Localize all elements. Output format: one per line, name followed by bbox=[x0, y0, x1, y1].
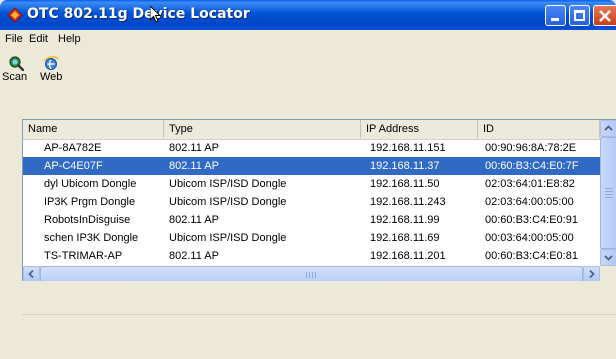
title-bar[interactable]: OTC 802.11g Device Locator bbox=[0, 0, 616, 30]
scroll-corner bbox=[600, 266, 616, 281]
scan-label: Scan bbox=[2, 71, 28, 83]
cell-type: 802.11 AP bbox=[169, 142, 219, 154]
web-label: Web bbox=[40, 71, 63, 83]
cell-type: Ubicom ISP/ISD Dongle bbox=[169, 178, 287, 190]
app-window: OTC 802.11g Device Locator File Edit Hel… bbox=[0, 0, 616, 359]
cell-id: 00:60:B3:C4:E0:91 bbox=[485, 214, 578, 226]
chevron-down-icon bbox=[604, 255, 613, 261]
menu-edit[interactable]: Edit bbox=[29, 33, 48, 45]
menu-bar: File Edit Help bbox=[0, 30, 616, 49]
cell-name: schen IP3K Dongle bbox=[44, 232, 139, 244]
column-header-type[interactable]: Type bbox=[164, 120, 361, 138]
scroll-left-button[interactable] bbox=[23, 266, 40, 281]
menu-file[interactable]: File bbox=[5, 33, 23, 45]
chevron-left-icon bbox=[28, 269, 34, 279]
cell-ip: 192.168.11.37 bbox=[370, 160, 440, 172]
cell-ip: 192.168.11.99 bbox=[370, 214, 440, 226]
table-row[interactable]: AP-8A782E 802.11 AP 192.168.11.151 00:90… bbox=[23, 139, 600, 157]
maximize-button[interactable] bbox=[569, 5, 590, 26]
web-button[interactable]: Web bbox=[37, 53, 65, 109]
cell-ip: 192.168.11.151 bbox=[370, 142, 446, 154]
table-row[interactable]: schen IP3K Dongle Ubicom ISP/ISD Dongle … bbox=[23, 229, 600, 247]
cell-type: 802.11 AP bbox=[169, 214, 219, 226]
scroll-up-button[interactable] bbox=[600, 120, 616, 137]
cell-ip: 192.168.11.201 bbox=[370, 250, 446, 262]
divider bbox=[22, 314, 616, 315]
table-row[interactable]: dyl Ubicom Dongle Ubicom ISP/ISD Dongle … bbox=[23, 175, 600, 193]
menu-help[interactable]: Help bbox=[58, 33, 81, 45]
table-row[interactable]: RobotsInDisguise 802.11 AP 192.168.11.99… bbox=[23, 211, 600, 229]
cell-ip: 192.168.11.50 bbox=[370, 178, 440, 190]
scan-button[interactable]: Scan bbox=[0, 53, 34, 109]
cell-name: IP3K Prgm Dongle bbox=[44, 196, 136, 208]
cell-name: AP-C4E07F bbox=[44, 160, 103, 172]
close-icon bbox=[599, 10, 611, 22]
status-bar bbox=[22, 320, 616, 338]
window-title: OTC 802.11g Device Locator bbox=[27, 6, 250, 22]
cell-id: 00:60:B3:C4:E0:81 bbox=[485, 250, 578, 262]
cell-id: 02:03:64:00:05:00 bbox=[485, 196, 574, 208]
mouse-cursor-icon bbox=[150, 6, 162, 23]
diamond-app-icon bbox=[7, 7, 23, 23]
scroll-right-button[interactable] bbox=[583, 266, 600, 281]
minimize-button[interactable] bbox=[545, 5, 566, 26]
horizontal-scrollbar[interactable] bbox=[23, 266, 600, 281]
cell-id: 00:60:B3:C4:E0:7F bbox=[485, 160, 579, 172]
cell-type: 802.11 AP bbox=[169, 250, 219, 262]
scroll-down-button[interactable] bbox=[600, 249, 616, 266]
cell-type: Ubicom ISP/ISD Dongle bbox=[169, 232, 287, 244]
table-row-selected[interactable]: AP-C4E07F 802.11 AP 192.168.11.37 00:60:… bbox=[23, 157, 600, 175]
vertical-scrollbar[interactable] bbox=[600, 120, 616, 266]
chevron-up-icon bbox=[604, 125, 613, 131]
cell-ip: 192.168.11.243 bbox=[370, 196, 446, 208]
table-row[interactable]: IP3K Prgm Dongle Ubicom ISP/ISD Dongle 1… bbox=[23, 193, 600, 211]
cell-name: TS-TRIMAR-AP bbox=[44, 250, 123, 262]
cell-name: RobotsInDisguise bbox=[44, 214, 131, 226]
cell-id: 00:03:64:00:05:00 bbox=[485, 232, 574, 244]
list-header: Name Type IP Address ID bbox=[23, 120, 600, 140]
column-header-ip[interactable]: IP Address bbox=[361, 120, 478, 138]
scan-magnifier-icon bbox=[9, 56, 24, 71]
device-list[interactable]: Name Type IP Address ID AP-8A782E 802.11… bbox=[22, 119, 616, 281]
cell-id: 02:03:64:01:E8:82 bbox=[485, 178, 575, 190]
cell-id: 00:90:96:8A:78:2E bbox=[485, 142, 577, 154]
device-list-content: Name Type IP Address ID AP-8A782E 802.11… bbox=[23, 120, 600, 266]
vertical-scroll-thumb[interactable] bbox=[600, 137, 616, 249]
cell-type: 802.11 AP bbox=[169, 160, 219, 172]
column-header-name[interactable]: Name bbox=[23, 120, 164, 138]
horizontal-scroll-thumb[interactable] bbox=[40, 266, 583, 281]
table-row[interactable]: TS-TRIMAR-AP 802.11 AP 192.168.11.201 00… bbox=[23, 247, 600, 265]
toolbar: Scan Web bbox=[0, 49, 616, 115]
cell-name: dyl Ubicom Dongle bbox=[44, 178, 137, 190]
cell-type: Ubicom ISP/ISD Dongle bbox=[169, 196, 287, 208]
cell-ip: 192.168.11.69 bbox=[370, 232, 440, 244]
close-button[interactable] bbox=[593, 5, 616, 26]
column-header-id[interactable]: ID bbox=[478, 120, 600, 138]
chevron-right-icon bbox=[589, 269, 595, 279]
ie-globe-icon bbox=[43, 56, 59, 70]
list-rows: AP-8A782E 802.11 AP 192.168.11.151 00:90… bbox=[23, 139, 600, 265]
cell-name: AP-8A782E bbox=[44, 142, 102, 154]
